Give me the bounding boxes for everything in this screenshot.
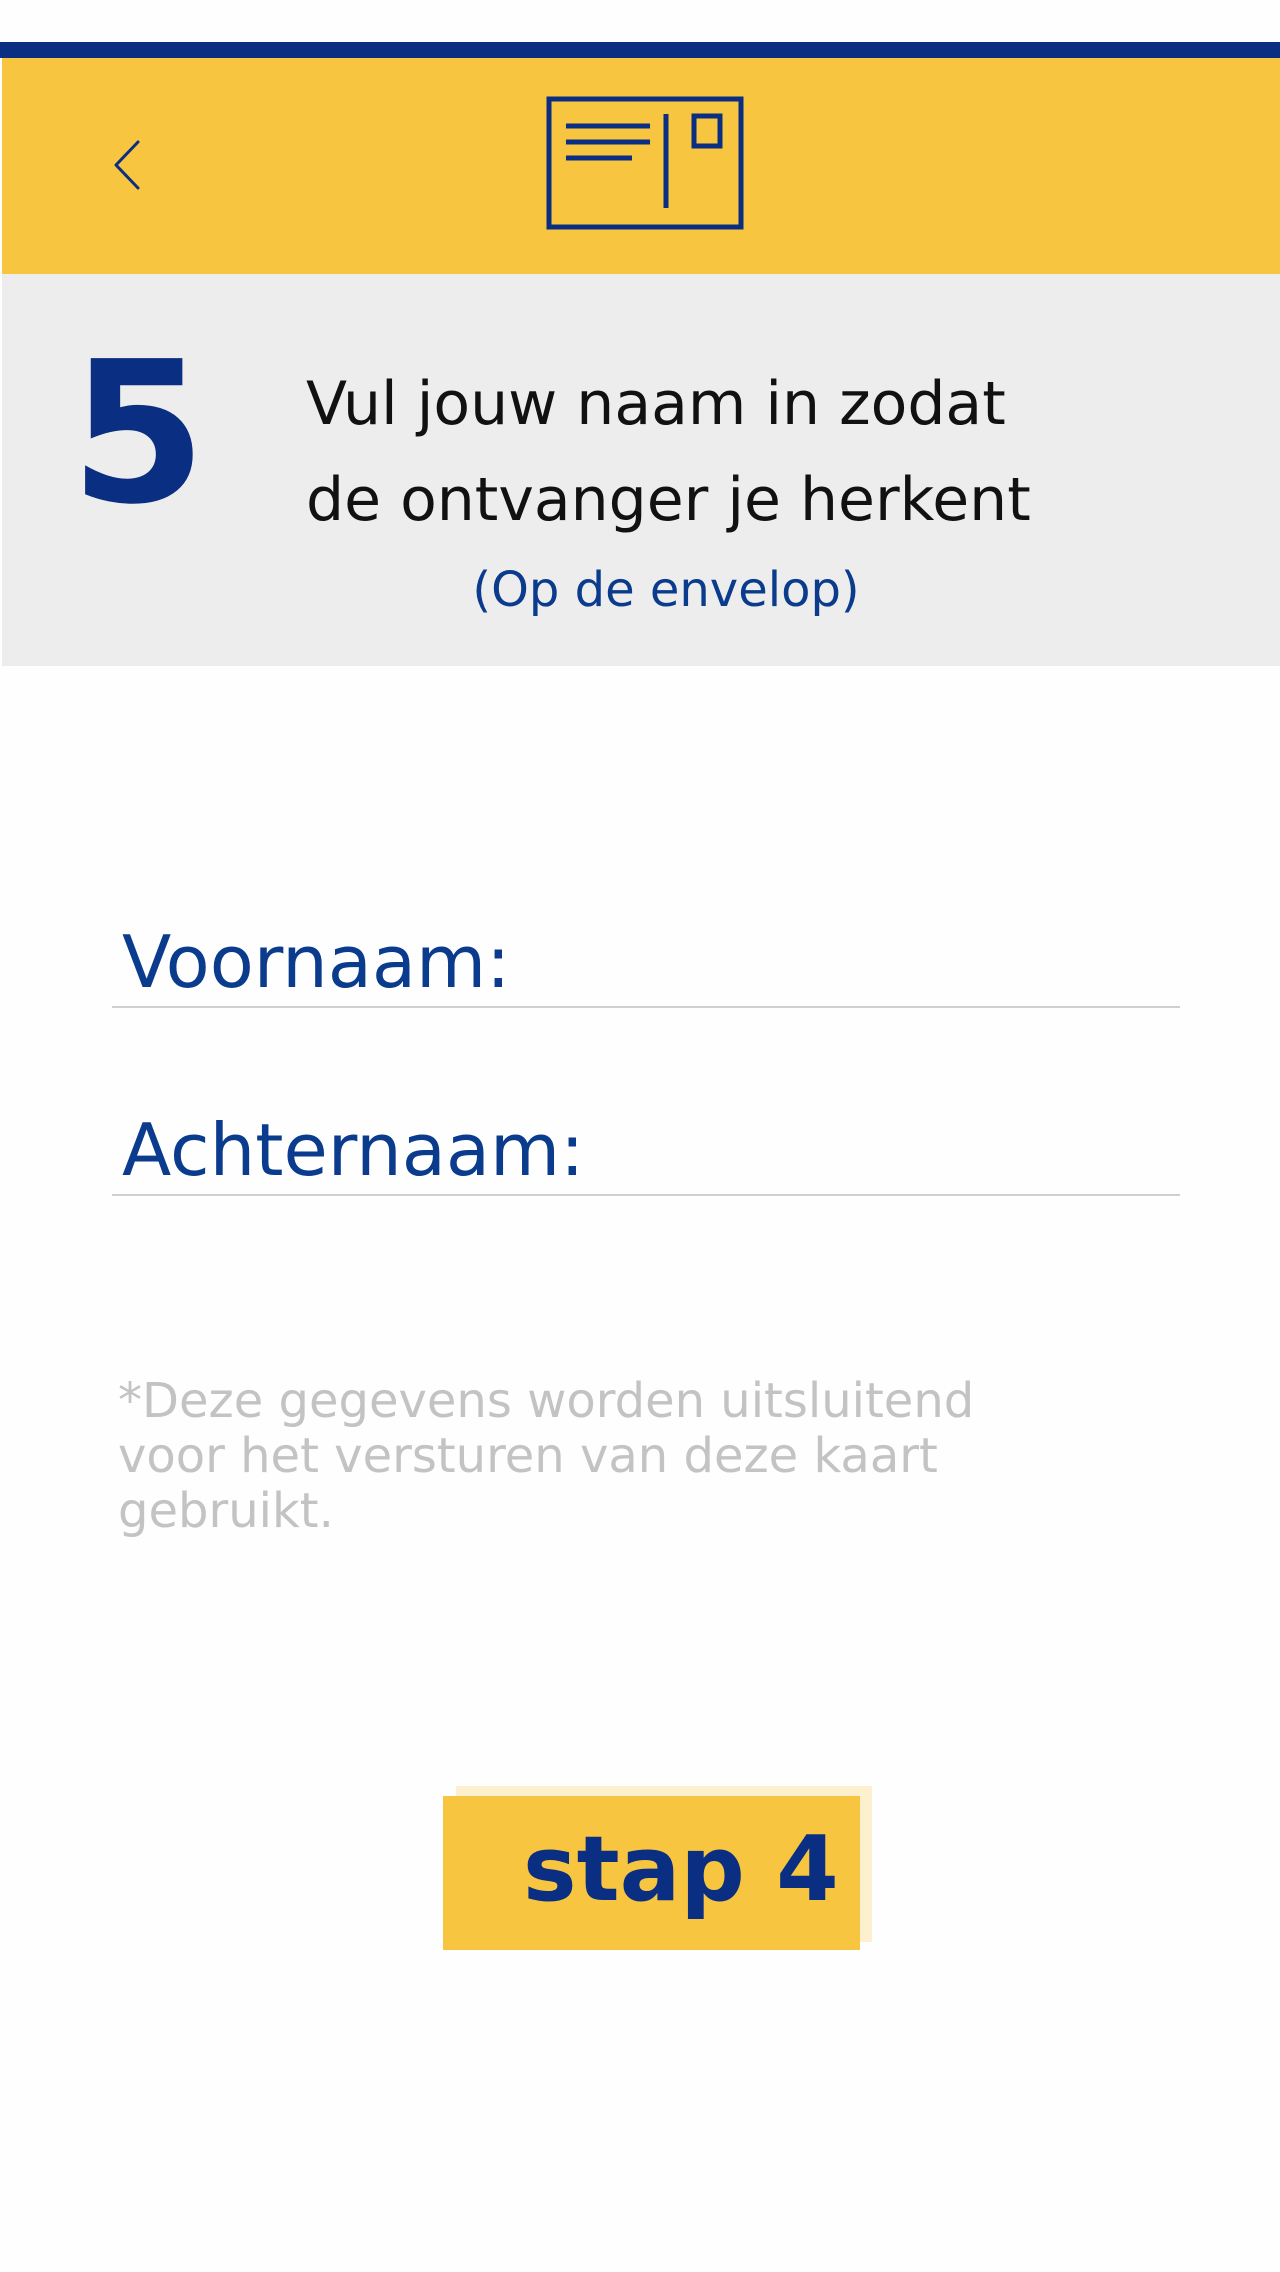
step-title-line: Vul jouw naam in zodat xyxy=(306,369,1006,439)
next-step-button[interactable]: stap 4 xyxy=(443,1796,860,1950)
last-name-label: Achternaam: xyxy=(122,1108,585,1192)
last-name-input[interactable] xyxy=(652,1106,1166,1188)
first-name-field[interactable]: Voornaam: xyxy=(112,900,1180,1008)
step-title: Vul jouw naam in zodat de ontvanger je h… xyxy=(306,356,1166,548)
step-subtitle: (Op de envelop) xyxy=(472,562,860,618)
postcard-icon xyxy=(546,96,744,230)
first-name-label: Voornaam: xyxy=(122,920,511,1004)
first-name-input[interactable] xyxy=(582,918,1166,1000)
last-name-field[interactable]: Achternaam: xyxy=(112,1084,1180,1196)
step-title-line: de ontvanger je herkent xyxy=(306,465,1031,535)
disclaimer-line: gebruikt. xyxy=(118,1483,334,1539)
top-accent-bar xyxy=(0,42,1280,58)
next-step-button-label: stap 4 xyxy=(523,1817,839,1922)
privacy-disclaimer: *Deze gegevens worden uitsluitend voor h… xyxy=(118,1374,1018,1539)
chevron-left-icon xyxy=(114,140,140,190)
screen: 5 Vul jouw naam in zodat de ontvanger je… xyxy=(0,0,1280,2272)
step-number: 5 xyxy=(70,320,207,548)
disclaimer-line: voor het versturen van deze kaart xyxy=(118,1428,938,1484)
disclaimer-line: *Deze gegevens worden uitsluitend xyxy=(118,1373,975,1429)
back-button[interactable] xyxy=(100,130,160,200)
